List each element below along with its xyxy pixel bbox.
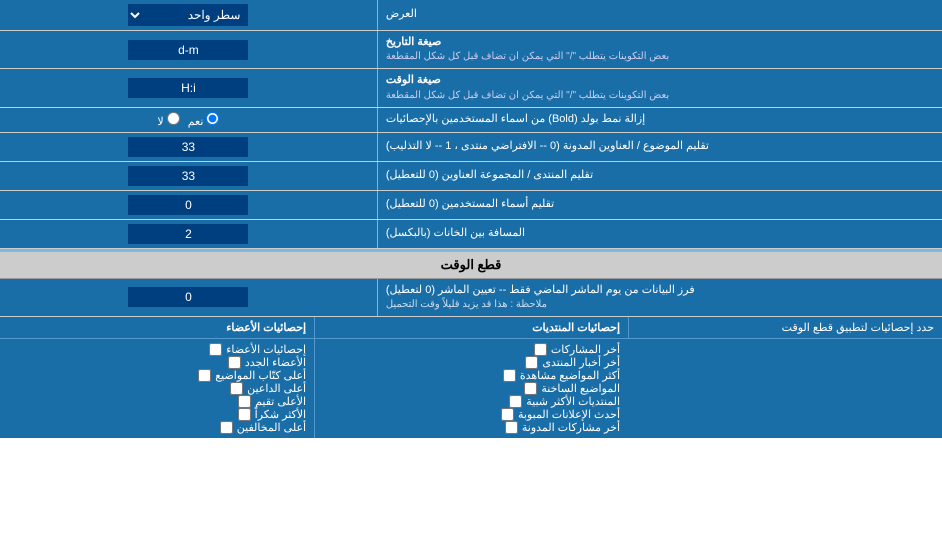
check-forums-6: أحدث الإعلانات المبوبة [323, 408, 620, 421]
usernames-trim-input-cell [0, 191, 377, 219]
bold-remove-yes-label: نعم [188, 112, 220, 128]
cutoff-input-cell [0, 279, 377, 316]
checkbox-members-5[interactable] [238, 395, 251, 408]
forum-group-titles-input-cell [0, 162, 377, 190]
usernames-trim-input[interactable] [128, 195, 248, 215]
usernames-trim-label: تقليم أسماء المستخدمين (0 للتعطيل) [377, 191, 942, 219]
check-forums-1: أخر المشاركات [323, 343, 620, 356]
check-members-3: أعلى كتّاب المواضيع [8, 369, 306, 382]
bold-remove-label: إزالة نمط بولد (Bold) من اسماء المستخدمي… [377, 108, 942, 132]
stats-checkboxes-container: أخر المشاركات أخر أخبار المنتدى أكثر الم… [0, 339, 942, 438]
check-forums-4: المواضيع الساخنة [323, 382, 620, 395]
checkbox-members-2[interactable] [228, 356, 241, 369]
forum-group-titles-row: تقليم المنتدى / المجموعة العناوين (0 للت… [0, 162, 942, 191]
forum-titles-input-cell [0, 133, 377, 161]
bold-remove-radio-cell: نعم لا [0, 108, 377, 132]
spacing-input[interactable] [128, 224, 248, 244]
time-format-label: صيغة الوقت بعض التكوينات يتطلب "/" التي … [377, 69, 942, 106]
checkbox-forums-4[interactable] [524, 382, 537, 395]
checkbox-forums-6[interactable] [501, 408, 514, 421]
display-type-input-cell: سطر واحد سطرين [0, 0, 377, 30]
stats-time-label-cell: حدد إحصائيات لتطبيق قطع الوقت [628, 317, 942, 338]
check-members-1: إحصائيات الأعضاء [8, 343, 306, 356]
forum-titles-row: تقليم الموضوع / العناوين المدونة (0 -- ا… [0, 133, 942, 162]
check-forums-7: أخر مشاركات المدونة [323, 421, 620, 434]
time-format-row: صيغة الوقت بعض التكوينات يتطلب "/" التي … [0, 69, 942, 107]
date-format-input-cell [0, 31, 377, 68]
check-members-7: أعلى المخالفين [8, 421, 306, 434]
bold-remove-yes-radio[interactable] [206, 112, 219, 125]
stats-empty-col [628, 339, 942, 438]
checkbox-forums-3[interactable] [503, 369, 516, 382]
time-format-input[interactable] [128, 78, 248, 98]
check-forums-3: أكثر المواضيع مشاهدة [323, 369, 620, 382]
stats-col1-header: إحصائيات الأعضاء [0, 317, 314, 338]
spacing-row: المسافة بين الخانات (بالبكسل) [0, 220, 942, 249]
check-forums-5: المنتديات الأكثر شبية [323, 395, 620, 408]
checkbox-forums-7[interactable] [505, 421, 518, 434]
spacing-input-cell [0, 220, 377, 248]
spacing-label: المسافة بين الخانات (بالبكسل) [377, 220, 942, 248]
checkbox-members-7[interactable] [220, 421, 233, 434]
checkbox-members-1[interactable] [209, 343, 222, 356]
forum-group-titles-label: تقليم المنتدى / المجموعة العناوين (0 للت… [377, 162, 942, 190]
check-members-2: الأعضاء الجدد [8, 356, 306, 369]
display-type-row: العرض سطر واحد سطرين [0, 0, 942, 31]
cutoff-input[interactable] [128, 287, 248, 307]
forum-titles-input[interactable] [128, 137, 248, 157]
date-format-input[interactable] [128, 40, 248, 60]
check-members-4: أعلى الداعين [8, 382, 306, 395]
check-members-6: الأكثر شكراً [8, 408, 306, 421]
checkbox-members-6[interactable] [238, 408, 251, 421]
checkbox-forums-1[interactable] [534, 343, 547, 356]
cutoff-section-header: قطع الوقت [0, 252, 942, 279]
forum-titles-label: تقليم الموضوع / العناوين المدونة (0 -- ا… [377, 133, 942, 161]
display-type-label: العرض [377, 0, 942, 30]
bold-remove-options: نعم لا [157, 112, 219, 128]
stats-forums-col: أخر المشاركات أخر أخبار المنتدى أكثر الم… [314, 339, 628, 438]
bold-remove-no-label: لا [157, 112, 179, 128]
forum-group-titles-input[interactable] [128, 166, 248, 186]
cutoff-row: فرز البيانات من يوم الماشر الماضي فقط --… [0, 279, 942, 317]
bold-remove-no-radio[interactable] [167, 112, 180, 125]
stats-time-row: حدد إحصائيات لتطبيق قطع الوقت إحصائيات ا… [0, 317, 942, 339]
checkbox-members-4[interactable] [230, 382, 243, 395]
bold-remove-row: إزالة نمط بولد (Bold) من اسماء المستخدمي… [0, 108, 942, 133]
check-forums-2: أخر أخبار المنتدى [323, 356, 620, 369]
usernames-trim-row: تقليم أسماء المستخدمين (0 للتعطيل) [0, 191, 942, 220]
date-format-row: صيغة التاريخ بعض التكوينات يتطلب "/" الت… [0, 31, 942, 69]
stats-members-col: إحصائيات الأعضاء الأعضاء الجدد أعلى كتّا… [0, 339, 314, 438]
checkbox-members-3[interactable] [198, 369, 211, 382]
check-members-5: الأعلى تقيم [8, 395, 306, 408]
time-format-input-cell [0, 69, 377, 106]
display-type-select[interactable]: سطر واحد سطرين [128, 4, 248, 26]
cutoff-header-text: قطع الوقت [0, 252, 942, 278]
checkbox-forums-5[interactable] [509, 395, 522, 408]
date-format-label: صيغة التاريخ بعض التكوينات يتطلب "/" الت… [377, 31, 942, 68]
cutoff-label: فرز البيانات من يوم الماشر الماضي فقط --… [377, 279, 942, 316]
stats-col2-header: إحصائيات المنتديات [314, 317, 628, 338]
checkbox-forums-2[interactable] [525, 356, 538, 369]
